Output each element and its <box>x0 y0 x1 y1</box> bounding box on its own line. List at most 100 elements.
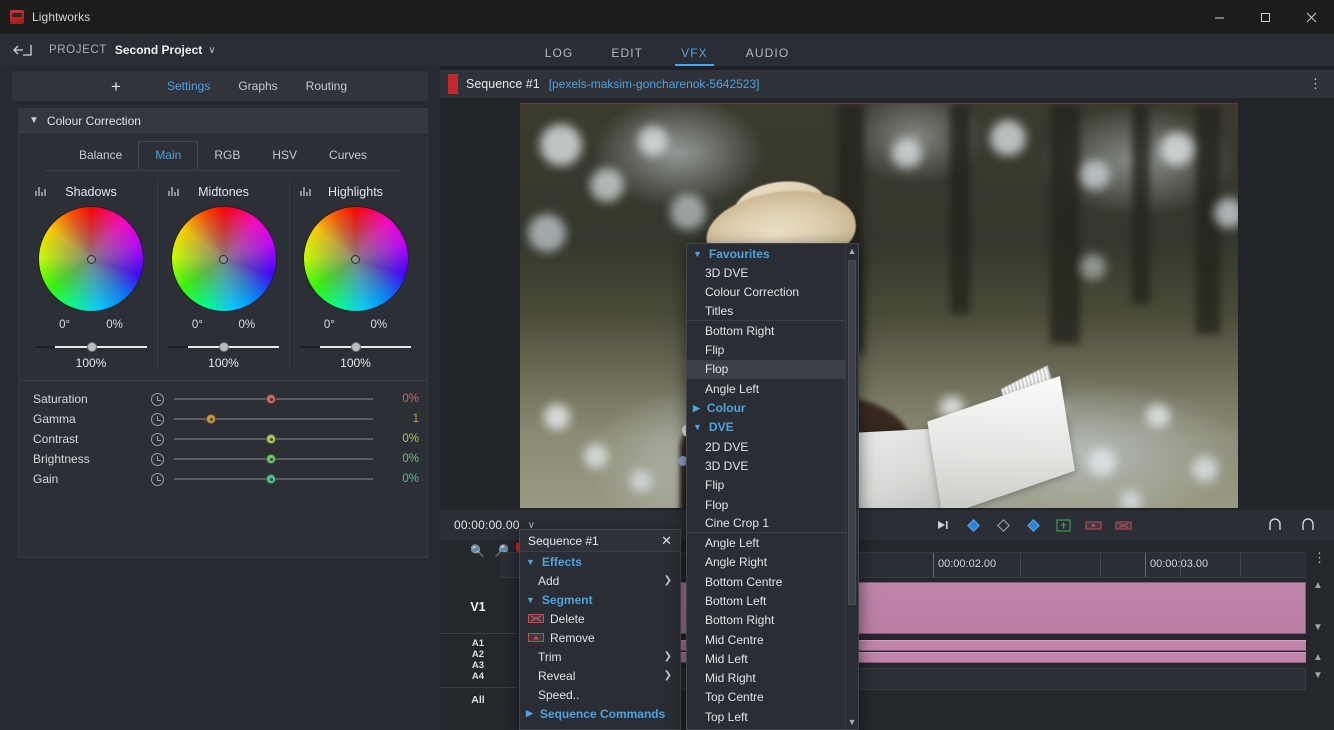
park-position-icon[interactable] <box>935 518 952 533</box>
minimize-button[interactable] <box>1196 0 1242 34</box>
zoom-in-icon[interactable]: 🔍 <box>470 544 485 558</box>
viewer-source-clip[interactable]: [pexels-maksim-goncharenok-5642523] <box>549 77 760 91</box>
slider-handle[interactable] <box>219 342 230 352</box>
wheel-handle[interactable] <box>86 254 96 264</box>
submenu-item-angle-left[interactable]: Angle Left <box>687 533 845 552</box>
submenu-item-colour-correction[interactable]: Colour Correction <box>687 283 845 302</box>
histogram-icon[interactable] <box>168 185 179 196</box>
chevron-up-icon[interactable]: ▲ <box>1310 652 1326 668</box>
tab-balance[interactable]: Balance <box>63 142 138 169</box>
scrollbar-thumb[interactable] <box>848 260 856 605</box>
chevron-down-icon[interactable]: ▼ <box>1310 622 1326 638</box>
keyframe-stopwatch-icon[interactable] <box>151 412 164 426</box>
slider-handle[interactable] <box>265 394 276 404</box>
submenu-item-bottom-left[interactable]: Bottom Left <box>687 591 845 610</box>
submenu-item-flop[interactable]: Flop <box>687 495 845 514</box>
submenu-item-bottom-centre[interactable]: Bottom Centre <box>687 572 845 591</box>
submenu-item-flip-fav[interactable]: Flip <box>687 340 845 359</box>
chevron-up-icon[interactable]: ▲ <box>846 244 858 258</box>
chevron-down-icon[interactable]: ▼ <box>29 115 39 126</box>
slider-handle[interactable] <box>86 342 97 352</box>
track-label-all[interactable]: All <box>440 688 516 712</box>
close-button[interactable] <box>1288 0 1334 34</box>
param-slider-saturation[interactable] <box>174 393 373 405</box>
mark-in-icon[interactable] <box>965 518 982 533</box>
tab-curves[interactable]: Curves <box>313 142 383 169</box>
track-label-a3[interactable]: A3 <box>440 660 516 671</box>
submenu-group-favourites[interactable]: ▼ Favourites <box>687 244 845 263</box>
wheel-slider-shadows[interactable] <box>35 341 147 353</box>
menu-group-effects[interactable]: ▼ Effects <box>520 552 680 571</box>
menu-item-speed[interactable]: Speed.. <box>520 685 680 704</box>
tab-settings[interactable]: Settings <box>153 79 224 93</box>
submenu-item-mid-left[interactable]: Mid Left <box>687 649 845 668</box>
viewer-timecode[interactable]: 00:00:00.00 <box>454 518 520 532</box>
colour-correction-header[interactable]: ▼ Colour Correction <box>19 109 427 133</box>
replace-edit-icon[interactable] <box>1085 518 1102 533</box>
slider-handle[interactable] <box>351 342 362 352</box>
mark-out-icon[interactable] <box>1025 518 1042 533</box>
wheel-handle[interactable] <box>219 254 228 264</box>
keyframe-stopwatch-icon[interactable] <box>151 472 164 486</box>
submenu-group-dve[interactable]: ▼ DVE <box>687 418 845 437</box>
menu-group-sequence-commands[interactable]: ▶ Sequence Commands <box>520 704 680 723</box>
tab-routing[interactable]: Routing <box>292 79 361 93</box>
submenu-item-mid-centre[interactable]: Mid Centre <box>687 630 845 649</box>
histogram-icon[interactable] <box>300 185 311 196</box>
tab-graphs[interactable]: Graphs <box>224 79 291 93</box>
submenu-item-flop-fav[interactable]: Flop <box>687 359 845 380</box>
submenu-item-top-centre[interactable]: Top Centre <box>687 688 845 707</box>
param-slider-contrast[interactable] <box>174 433 373 445</box>
add-effect-button[interactable]: + <box>79 78 153 95</box>
track-label-a2[interactable]: A2 <box>440 649 516 660</box>
slider-handle[interactable] <box>265 434 276 444</box>
slider-handle[interactable] <box>205 414 216 424</box>
video-viewer[interactable] <box>440 98 1334 510</box>
wheel-slider-highlights[interactable] <box>300 341 411 353</box>
menu-item-remove[interactable]: Remove <box>520 628 680 647</box>
menu-item-delete[interactable]: Delete <box>520 609 680 628</box>
track-label-a1[interactable]: A1 <box>440 638 516 649</box>
mark-clip-icon[interactable] <box>995 518 1012 533</box>
param-slider-gain[interactable] <box>174 473 373 485</box>
submenu-item-2d-dve[interactable]: 2D DVE <box>687 437 845 456</box>
tab-edit[interactable]: EDIT <box>605 46 649 66</box>
tab-log[interactable]: LOG <box>539 46 580 66</box>
chevron-down-icon[interactable]: ▼ <box>1310 670 1326 686</box>
chevron-down-icon[interactable]: ▼ <box>846 715 858 729</box>
menu-item-add[interactable]: Add ❯ <box>520 571 680 590</box>
kebab-menu-icon[interactable]: ⋮ <box>1313 551 1326 564</box>
submenu-item-flip[interactable]: Flip <box>687 476 845 495</box>
submenu-item-bottom-right-fav[interactable]: Bottom Right <box>687 321 845 340</box>
param-slider-brightness[interactable] <box>174 453 373 465</box>
chevron-up-icon[interactable]: ▲ <box>1310 580 1326 596</box>
chevron-down-icon[interactable]: ∨ <box>208 45 215 56</box>
tab-hsv[interactable]: HSV <box>256 142 313 169</box>
submenu-item-angle-left-fav[interactable]: Angle Left <box>687 379 845 398</box>
histogram-icon[interactable] <box>35 185 46 196</box>
menu-item-reveal[interactable]: Reveal ❯ <box>520 666 680 685</box>
project-name[interactable]: Second Project <box>115 43 202 57</box>
submenu-item-top-left[interactable]: Top Left <box>687 707 845 726</box>
undo-icon[interactable] <box>1266 518 1283 533</box>
submenu-group-colour[interactable]: ▶ Colour <box>687 398 845 417</box>
kebab-menu-icon[interactable]: ⋮ <box>1309 77 1322 90</box>
keyframe-stopwatch-icon[interactable] <box>151 452 164 466</box>
close-icon[interactable]: ✕ <box>661 533 672 549</box>
track-label-v1[interactable]: V1 <box>440 580 516 634</box>
slider-handle[interactable] <box>265 474 276 484</box>
submenu-item-bottom-right[interactable]: Bottom Right <box>687 611 845 630</box>
submenu-item-3d-dve-fav[interactable]: 3D DVE <box>687 263 845 282</box>
submenu-item-titles[interactable]: Titles <box>687 302 845 322</box>
slider-handle[interactable] <box>265 454 276 464</box>
back-arrow-icon[interactable] <box>13 43 33 57</box>
track-label-a4[interactable]: A4 <box>440 671 516 682</box>
submenu-scrollbar[interactable]: ▲ ▼ <box>845 244 858 729</box>
tab-main[interactable]: Main <box>138 140 199 170</box>
colour-wheel-midtones[interactable] <box>171 207 276 311</box>
wheel-handle[interactable] <box>351 254 360 264</box>
menu-item-trim[interactable]: Trim ❯ <box>520 647 680 666</box>
menu-group-segment[interactable]: ▼ Segment <box>520 590 680 609</box>
submenu-item-cine-crop-1[interactable]: Cine Crop 1 <box>687 514 845 534</box>
delete-edit-icon[interactable] <box>1115 518 1132 533</box>
